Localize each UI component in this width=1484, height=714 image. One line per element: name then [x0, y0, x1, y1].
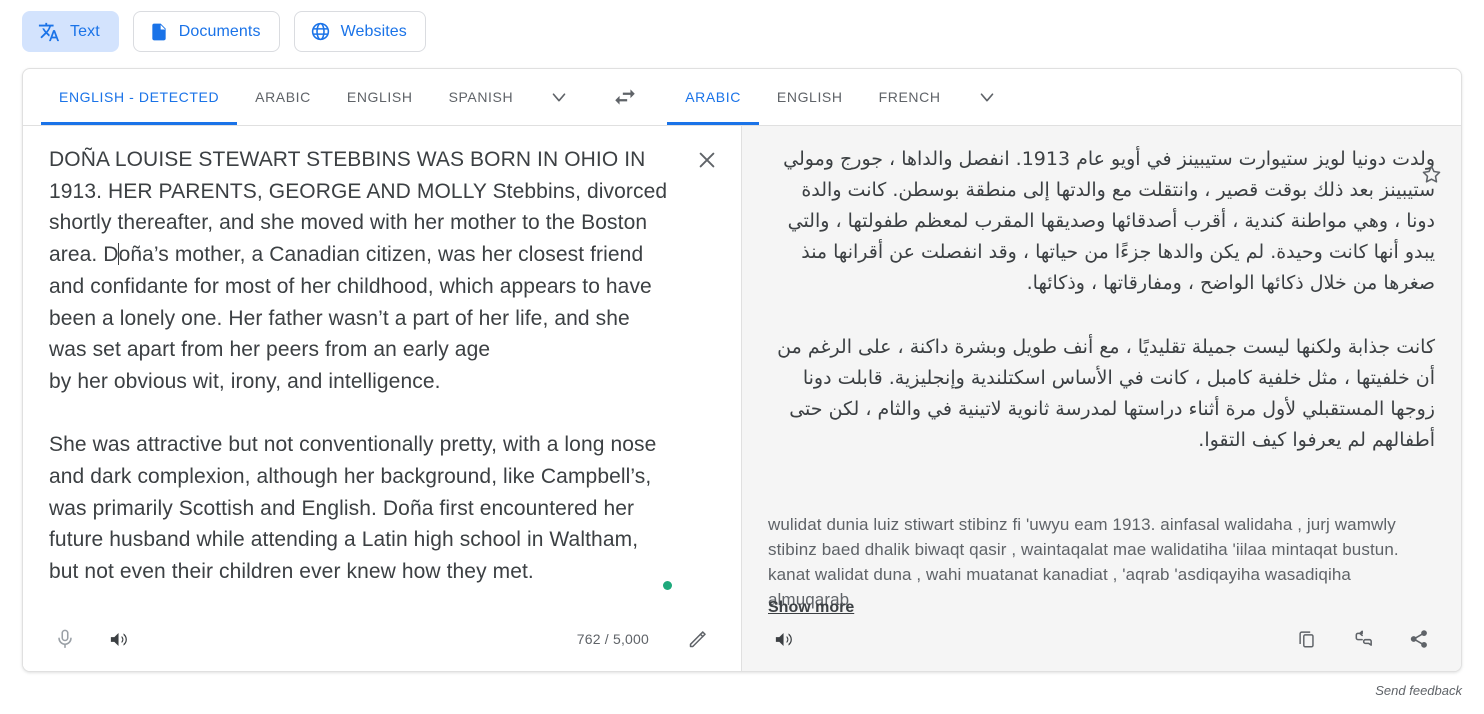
share-icon	[1408, 628, 1430, 650]
close-icon	[696, 149, 718, 171]
source-lang-tab-spanish[interactable]: SPANISH	[431, 69, 532, 125]
microphone-button[interactable]	[43, 617, 87, 661]
document-icon	[149, 22, 169, 42]
translate-icon	[38, 21, 60, 43]
swap-languages-button[interactable]	[595, 69, 655, 125]
source-pane: DOÑA LOUISE STEWART STEBBINS WAS BORN IN…	[23, 126, 742, 671]
clear-source-button[interactable]	[687, 140, 727, 180]
translation-panes: DOÑA LOUISE STEWART STEBBINS WAS BORN IN…	[23, 126, 1461, 671]
send-feedback-link[interactable]: Send feedback	[1375, 683, 1462, 698]
target-lang-tab-arabic[interactable]: ARABIC	[667, 69, 759, 125]
mode-tab-websites[interactable]: Websites	[293, 11, 426, 52]
swap-languages-icon	[612, 84, 638, 110]
mode-tab-text[interactable]: Text	[22, 11, 119, 52]
google-translate-app: Text Documents Websites ENGLISH - DETECT…	[0, 0, 1484, 714]
character-count: 762 / 5,000	[576, 631, 649, 647]
suggest-edit-button[interactable]	[1341, 617, 1385, 661]
target-language-tabs: ARABIC ENGLISH FRENCH	[663, 69, 1014, 125]
translation-paragraph-1: ولدت دونيا لويز ستيوارت ستيبينز في أويو …	[783, 148, 1435, 294]
copy-icon	[1296, 628, 1318, 650]
target-bottom-bar	[742, 606, 1461, 671]
source-paragraph-3: She was attractive but not conventionall…	[49, 433, 657, 584]
translation-card: ENGLISH - DETECTED ARABIC ENGLISH SPANIS…	[22, 68, 1462, 672]
mode-tab-text-label: Text	[70, 22, 100, 40]
speaker-icon	[773, 628, 796, 651]
globe-icon	[310, 21, 331, 42]
source-lang-tab-english-detected[interactable]: ENGLISH - DETECTED	[41, 69, 238, 125]
target-lang-tab-french[interactable]: FRENCH	[861, 69, 959, 125]
target-lang-tab-english[interactable]: ENGLISH	[759, 69, 861, 125]
activity-indicator-dot	[663, 581, 672, 590]
source-language-more-button[interactable]	[531, 69, 587, 125]
transliteration-text: wulidat dunia luiz stiwart stibinz fi 'u…	[768, 515, 1399, 609]
translation-paragraph-2: كانت جذابة ولكنها ليست جميلة تقليديًا ، …	[777, 336, 1435, 451]
mode-tab-documents[interactable]: Documents	[132, 11, 280, 52]
source-lang-tab-arabic[interactable]: ARABIC	[237, 69, 329, 125]
translation-output: ولدت دونيا لويز ستيوارت ستيبينز في أويو …	[768, 144, 1435, 456]
mode-tab-bar: Text Documents Websites	[22, 11, 426, 52]
chevron-down-icon	[548, 86, 570, 108]
share-button[interactable]	[1397, 617, 1441, 661]
language-header: ENGLISH - DETECTED ARABIC ENGLISH SPANIS…	[23, 69, 1461, 126]
source-textarea[interactable]: DOÑA LOUISE STEWART STEBBINS WAS BORN IN…	[49, 144, 671, 588]
source-paragraph-1: DOÑA LOUISE STEWART STEBBINS WAS BORN IN…	[49, 148, 668, 362]
target-pane: ولدت دونيا لويز ستيوارت ستيبينز في أويو …	[742, 126, 1461, 671]
source-paragraph-2: by her obvious wit, irony, and intellige…	[49, 369, 441, 393]
star-outline-icon	[1420, 163, 1443, 186]
edit-button[interactable]	[675, 617, 719, 661]
suggest-edit-icon	[1352, 628, 1375, 651]
translation-paragraph-spacer	[768, 299, 1435, 332]
source-lang-tab-english[interactable]: ENGLISH	[329, 69, 431, 125]
microphone-icon	[54, 628, 76, 650]
target-actions-group	[1285, 617, 1441, 661]
chevron-down-icon	[976, 86, 998, 108]
source-bottom-bar: 762 / 5,000	[23, 606, 741, 671]
copy-translation-button[interactable]	[1285, 617, 1329, 661]
source-listen-button[interactable]	[97, 617, 141, 661]
save-translation-button[interactable]	[1411, 154, 1451, 194]
mode-tab-websites-label: Websites	[340, 22, 407, 40]
source-language-tabs: ENGLISH - DETECTED ARABIC ENGLISH SPANIS…	[23, 69, 587, 125]
mode-tab-documents-label: Documents	[178, 22, 261, 40]
pencil-icon	[687, 629, 708, 650]
speaker-icon	[108, 628, 131, 651]
target-language-more-button[interactable]	[959, 69, 1015, 125]
target-listen-button[interactable]	[762, 617, 806, 661]
